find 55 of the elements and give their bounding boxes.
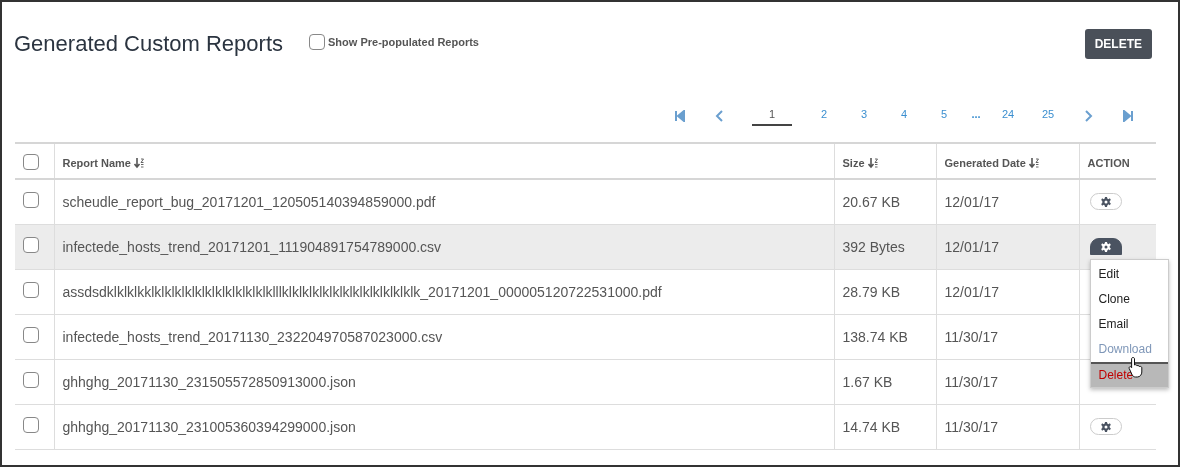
checkbox-label: Show Pre-populated Reports: [328, 36, 479, 48]
page-link[interactable]: 1: [752, 106, 792, 126]
page-link[interactable]: 24: [988, 106, 1028, 126]
date-cell: 12/01/17: [936, 224, 1079, 269]
date-cell: 11/30/17: [936, 404, 1079, 449]
menu-item[interactable]: Edit: [1090, 261, 1168, 287]
page-link[interactable]: 3: [844, 106, 884, 126]
action-button[interactable]: [1089, 238, 1122, 255]
report-name-cell: scheudle_report_bug_20171201_120505140394859000.pdf: [54, 179, 834, 224]
date-cell: 11/30/17: [936, 359, 1079, 404]
date-cell: 12/01/17: [936, 179, 1079, 224]
page-link[interactable]: 25: [1028, 106, 1068, 126]
row-checkbox[interactable]: [23, 327, 39, 343]
previous-icon[interactable]: [714, 110, 726, 122]
column-header[interactable]: Report Name: [62, 157, 131, 169]
report-name-cell: ghhghg_20171130_231505572850913000.json: [54, 359, 834, 404]
row-checkbox[interactable]: [23, 417, 39, 433]
page-title: Generated Custom Reports: [14, 31, 284, 57]
last-page-icon[interactable]: [1122, 110, 1134, 122]
column-header: ACTION: [1087, 157, 1130, 169]
delete-button[interactable]: DELETE: [1084, 29, 1152, 59]
menu-item[interactable]: Clone: [1090, 286, 1168, 312]
page-link[interactable]: 5: [924, 106, 964, 126]
checkbox[interactable]: [309, 34, 326, 50]
row-checkbox[interactable]: [23, 192, 39, 209]
size-cell: 392 Bytes: [834, 224, 936, 269]
page-link[interactable]: 4: [884, 106, 924, 126]
row-checkbox[interactable]: [23, 282, 39, 298]
gear-icon: [1100, 241, 1111, 252]
column-header[interactable]: Generated Date: [944, 157, 1026, 169]
sort-icon[interactable]: [133, 157, 144, 169]
row-checkbox[interactable]: [23, 372, 39, 388]
sort-icon[interactable]: [1028, 157, 1039, 169]
next-icon[interactable]: [1082, 110, 1094, 122]
row-checkbox[interactable]: [23, 237, 39, 253]
date-cell: 11/30/17: [936, 314, 1079, 359]
gear-icon: [1100, 196, 1111, 207]
page-link[interactable]: 2: [804, 106, 844, 126]
gear-icon: [1100, 421, 1111, 432]
report-name-cell: assdsdklklklkklklklklklklklklklklklklklllklklklklklklklklklklklklklk_20171201_000005120722531000.pdf: [54, 269, 834, 314]
size-cell: 1.67 KB: [834, 359, 936, 404]
sort-icon[interactable]: [867, 157, 878, 169]
size-cell: 14.74 KB: [834, 404, 936, 449]
size-cell: 20.67 KB: [834, 179, 936, 224]
report-name-cell: infectede_hosts_trend_20171201_111904891754789000.csv: [54, 224, 834, 269]
report-name-cell: ghhghg_20171130_231005360394299000.json: [54, 404, 834, 449]
ellipsis[interactable]: ...: [964, 106, 988, 126]
size-cell: 138.74 KB: [834, 314, 936, 359]
menu-item[interactable]: Email: [1090, 311, 1168, 337]
select-all-checkbox[interactable]: [23, 154, 39, 170]
date-cell: 12/01/17: [936, 269, 1079, 314]
first-page-icon[interactable]: [674, 110, 686, 122]
report-name-cell: infectede_hosts_trend_20171130_232204970587023000.csv: [54, 314, 834, 359]
size-cell: 28.79 KB: [834, 269, 936, 314]
column-header[interactable]: Size: [842, 157, 865, 169]
